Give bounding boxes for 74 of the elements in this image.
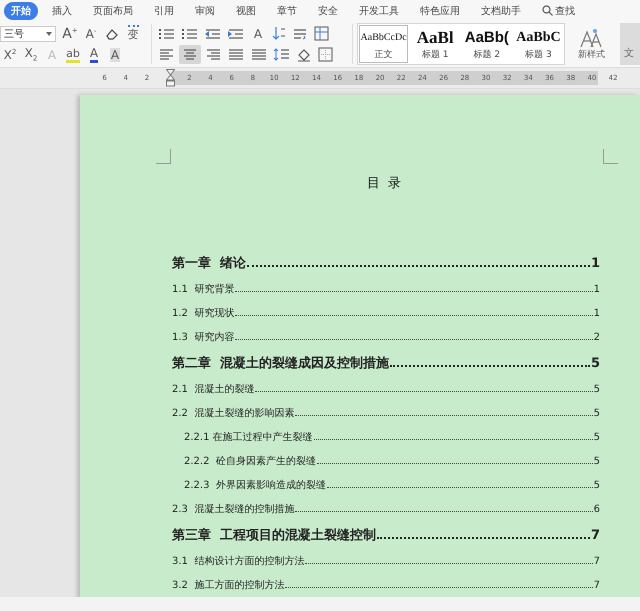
search-button[interactable]: 查找 — [535, 2, 582, 20]
list-icon — [181, 26, 199, 41]
page-number: 1 — [594, 307, 600, 321]
align-icon — [273, 47, 291, 62]
toc-entry-text: 3.1 结构设计方面的控制方法 — [172, 554, 304, 569]
toolbar-button[interactable]: 变 — [123, 24, 143, 43]
ribbon-tab[interactable]: 插入 — [45, 2, 79, 20]
toc-entry-text: 第一章 绪论 — [172, 254, 246, 273]
font-size-field[interactable]: 三号 — [0, 26, 56, 42]
page-number: 5 — [594, 479, 600, 493]
toc-entry-text: 2.2.1 在施工过程中产生裂缝 — [184, 430, 313, 445]
ribbon-tab[interactable]: 安全 — [311, 2, 345, 20]
toolbar-button[interactable]: A — [84, 45, 104, 64]
page-number: 1 — [590, 255, 600, 273]
ribbon-tab[interactable]: 页面布局 — [86, 2, 140, 20]
page-number: 1 — [594, 283, 600, 297]
align-icon — [227, 47, 245, 62]
table-icon — [314, 26, 328, 41]
toc-entry-text: 1.2 研究现状 — [172, 306, 234, 321]
ribbon-tab[interactable]: 文档助手 — [474, 2, 528, 20]
page-number: 5 — [594, 407, 600, 421]
align-icon — [181, 47, 199, 62]
toc-entry-text: 1.1 研究背景 — [172, 282, 234, 297]
page-number: 5 — [594, 431, 600, 445]
page-number: 5 — [594, 455, 600, 469]
page-number: 5 — [590, 355, 600, 373]
ribbon-tab[interactable]: 特色应用 — [413, 2, 467, 20]
toolbar-button[interactable]: ab — [63, 45, 83, 64]
margin-corner-mark — [603, 149, 618, 164]
caret-icon — [46, 32, 52, 36]
border-icon — [318, 47, 332, 62]
page-number: 7 — [594, 555, 600, 569]
toolbar-button[interactable] — [179, 45, 201, 64]
ribbon-tab[interactable]: 开始 — [4, 2, 38, 20]
page-number: 2 — [594, 331, 600, 345]
toc-entry-text: 2.1 混凝土的裂缝 — [172, 382, 254, 397]
new-style-button[interactable]: 新样式 — [569, 28, 614, 60]
sort-icon — [272, 26, 286, 41]
toc-entry-text: 第三章 工程项目的混凝土裂缝控制 — [172, 526, 376, 545]
page-number: 7 — [590, 527, 600, 545]
toolbar-button[interactable]: X$^{2}$ — [0, 45, 20, 64]
ribbon-tab[interactable]: 开发工具 — [352, 2, 406, 20]
side-panel-button[interactable]: 文 — [620, 23, 640, 65]
page-number: 7 — [594, 579, 600, 593]
align-icon — [204, 47, 222, 62]
ribbon-tab[interactable]: 视图 — [229, 2, 263, 20]
toc-entry-text: 第二章 混凝土的裂缝成因及控制措施 — [172, 354, 390, 373]
eraser-icon — [105, 26, 119, 40]
ribbon-tab[interactable]: 引用 — [147, 2, 181, 20]
toolbar-button[interactable]: A$^{-}$ — [81, 24, 101, 43]
margin-corner-mark — [156, 149, 171, 164]
toolbar-button[interactable]: X$_{2}$ — [21, 45, 41, 64]
ribbon-tab[interactable]: 章节 — [270, 2, 304, 20]
toolbar-button[interactable]: A — [248, 24, 268, 43]
toc-entry-text: 2.2.2 砼自身因素产生的裂缝 — [184, 454, 316, 469]
paint-bucket-icon — [296, 47, 312, 62]
indent-marker-icon[interactable] — [166, 69, 175, 87]
toc-entry-text: 1.3 研究内容 — [172, 330, 234, 345]
toc-entry-text: 2.2 混凝土裂缝的影响因素 — [172, 406, 294, 421]
style-option[interactable]: AaBbCcDc 正文 — [358, 24, 410, 64]
align-icon — [250, 47, 268, 62]
ribbon-tab[interactable]: 审阅 — [188, 2, 222, 20]
toc-entry-text: 2.2.3 外界因素影响造成的裂缝 — [184, 478, 326, 493]
list-icon — [158, 26, 176, 41]
letters-icon — [580, 28, 604, 48]
toc-entry-text: 3.2 施工方面的控制方法 — [172, 578, 284, 593]
toolbar-button[interactable]: A — [105, 45, 125, 64]
toc-title: 目 录 — [366, 175, 404, 192]
page-number: 5 — [594, 383, 600, 397]
page-number: 6 — [594, 503, 600, 517]
search-icon — [542, 5, 553, 16]
align-icon — [158, 47, 176, 62]
toolbar-button[interactable]: A$^{+}$ — [60, 24, 80, 43]
toc-entry-text: 2.3 混凝土裂缝的控制措施 — [172, 502, 294, 517]
